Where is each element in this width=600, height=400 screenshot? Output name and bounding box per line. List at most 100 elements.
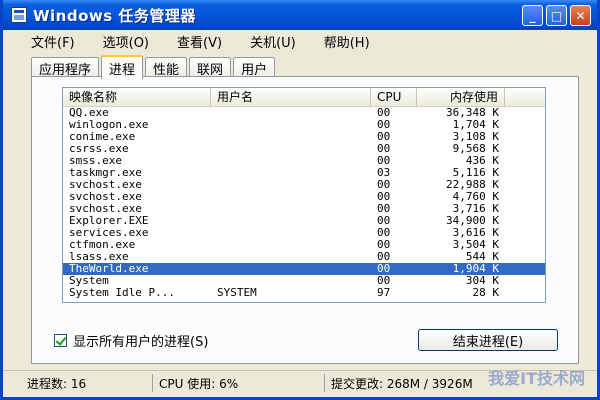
window-title: Windows 任务管理器 bbox=[33, 6, 196, 25]
process-memory: 9,568 K bbox=[452, 143, 499, 155]
process-row[interactable]: csrss.exe 00 9,568 K bbox=[63, 143, 545, 155]
process-memory: 28 K bbox=[472, 287, 500, 299]
process-user bbox=[211, 263, 371, 275]
show-all-users-checkbox[interactable] bbox=[54, 334, 67, 347]
process-name: services.exe bbox=[69, 227, 149, 239]
process-memory: 1,704 K bbox=[452, 119, 499, 131]
column-user-name[interactable]: 用户名 bbox=[211, 88, 371, 106]
process-cpu: 00 bbox=[377, 191, 391, 203]
process-memory: 22,988 K bbox=[446, 179, 499, 191]
menu-view[interactable]: 查看(V) bbox=[177, 32, 222, 51]
column-image-name[interactable]: 映像名称 bbox=[63, 88, 211, 106]
process-row[interactable]: winlogon.exe 00 1,704 K bbox=[63, 119, 545, 131]
process-name: ctfmon.exe bbox=[69, 239, 136, 251]
status-process-count: 进程数: 16 bbox=[23, 374, 153, 392]
window-controls: _ □ ✕ bbox=[522, 5, 591, 26]
process-user bbox=[211, 107, 371, 119]
process-list-header: 映像名称 用户名 CPU 内存使用 bbox=[63, 88, 545, 107]
tab-users[interactable]: 用户 bbox=[233, 57, 276, 78]
process-row[interactable]: System 00 304 K bbox=[63, 275, 545, 287]
process-memory: 3,504 K bbox=[452, 239, 499, 251]
process-memory: 3,108 K bbox=[452, 131, 499, 143]
process-cpu: 00 bbox=[377, 179, 391, 191]
process-user bbox=[211, 215, 371, 227]
process-name: csrss.exe bbox=[69, 143, 129, 155]
process-name: System bbox=[69, 275, 109, 287]
process-user bbox=[211, 143, 371, 155]
process-name: lsass.exe bbox=[69, 251, 129, 263]
show-all-users-option[interactable]: 显示所有用户的进程(S) bbox=[54, 331, 208, 350]
process-cpu: 00 bbox=[377, 143, 391, 155]
process-user bbox=[211, 239, 371, 251]
process-memory: 304 K bbox=[465, 275, 499, 287]
column-cpu[interactable]: CPU bbox=[371, 88, 417, 106]
process-memory: 1,904 K bbox=[452, 263, 499, 275]
process-cpu: 00 bbox=[377, 215, 391, 227]
process-cpu: 00 bbox=[377, 203, 391, 215]
process-user bbox=[211, 119, 371, 131]
process-row[interactable]: taskmgr.exe 03 5,116 K bbox=[63, 167, 545, 179]
process-cpu: 00 bbox=[377, 263, 391, 275]
status-cpu-usage: CPU 使用: 6% bbox=[155, 374, 325, 392]
process-cpu: 00 bbox=[377, 251, 391, 263]
process-name: Explorer.EXE bbox=[69, 215, 149, 227]
process-name: System Idle P... bbox=[69, 287, 175, 299]
process-cpu: 00 bbox=[377, 131, 391, 143]
task-manager-window: Windows 任务管理器 _ □ ✕ 文件(F) 选项(O) 查看(V) 关机… bbox=[0, 0, 600, 400]
process-user bbox=[211, 191, 371, 203]
tab-applications[interactable]: 应用程序 bbox=[31, 57, 100, 78]
close-button[interactable]: ✕ bbox=[570, 5, 591, 26]
process-row[interactable]: System Idle P... SYSTEM 97 28 K bbox=[63, 287, 545, 299]
process-row[interactable]: QQ.exe 00 36,348 K bbox=[63, 107, 545, 119]
process-row[interactable]: Explorer.EXE 00 34,900 K bbox=[63, 215, 545, 227]
process-user bbox=[211, 155, 371, 167]
process-row[interactable]: lsass.exe 00 544 K bbox=[63, 251, 545, 263]
minimize-button[interactable]: _ bbox=[522, 5, 543, 26]
end-process-button[interactable]: 结束进程(E) bbox=[418, 329, 558, 351]
process-name: taskmgr.exe bbox=[69, 167, 142, 179]
process-cpu: 00 bbox=[377, 107, 391, 119]
process-row[interactable]: svchost.exe 00 22,988 K bbox=[63, 179, 545, 191]
watermark: 我爱IT技术网 bbox=[488, 369, 585, 388]
process-name: QQ.exe bbox=[69, 107, 109, 119]
tab-strip: 应用程序 进程 性能 联网 用户 bbox=[31, 55, 277, 79]
process-name: conime.exe bbox=[69, 131, 136, 143]
process-list[interactable]: 映像名称 用户名 CPU 内存使用 QQ.exe 00 36,348 Kwinlog… bbox=[62, 87, 546, 303]
process-row[interactable]: ctfmon.exe 00 3,504 K bbox=[63, 239, 545, 251]
menu-options[interactable]: 选项(O) bbox=[103, 32, 149, 51]
menu-file[interactable]: 文件(F) bbox=[31, 32, 75, 51]
process-cpu: 03 bbox=[377, 167, 391, 179]
menu-shutdown[interactable]: 关机(U) bbox=[250, 32, 296, 51]
title-bar[interactable]: Windows 任务管理器 _ □ ✕ bbox=[3, 0, 597, 30]
process-cpu: 00 bbox=[377, 119, 391, 131]
process-name: svchost.exe bbox=[69, 203, 142, 215]
process-name: smss.exe bbox=[69, 155, 122, 167]
column-memory[interactable]: 内存使用 bbox=[417, 88, 505, 106]
process-memory: 34,900 K bbox=[446, 215, 499, 227]
process-user bbox=[211, 227, 371, 239]
process-memory: 436 K bbox=[465, 155, 499, 167]
process-row[interactable]: smss.exe 00 436 K bbox=[63, 155, 545, 167]
process-user bbox=[211, 251, 371, 263]
process-row[interactable]: TheWorld.exe 00 1,904 K bbox=[63, 263, 545, 275]
tab-processes[interactable]: 进程 bbox=[101, 55, 144, 79]
process-row[interactable]: svchost.exe 00 4,760 K bbox=[63, 191, 545, 203]
process-cpu: 97 bbox=[377, 287, 391, 299]
process-user bbox=[211, 203, 371, 215]
process-row[interactable]: svchost.exe 00 3,716 K bbox=[63, 203, 545, 215]
process-memory: 5,116 K bbox=[452, 167, 499, 179]
process-user bbox=[211, 275, 371, 287]
menu-help[interactable]: 帮助(H) bbox=[324, 32, 370, 51]
process-memory: 3,716 K bbox=[452, 203, 499, 215]
process-user bbox=[211, 167, 371, 179]
process-row[interactable]: conime.exe 00 3,108 K bbox=[63, 131, 545, 143]
task-manager-icon bbox=[11, 7, 27, 23]
process-memory: 544 K bbox=[465, 251, 499, 263]
maximize-button[interactable]: □ bbox=[546, 5, 567, 26]
process-row[interactable]: services.exe 00 3,616 K bbox=[63, 227, 545, 239]
process-rows: QQ.exe 00 36,348 Kwinlogon.exe 00 1,704 Kcon… bbox=[63, 107, 545, 299]
process-user bbox=[211, 131, 371, 143]
tab-networking[interactable]: 联网 bbox=[189, 57, 232, 78]
tab-performance[interactable]: 性能 bbox=[145, 57, 188, 78]
process-name: winlogon.exe bbox=[69, 119, 149, 131]
